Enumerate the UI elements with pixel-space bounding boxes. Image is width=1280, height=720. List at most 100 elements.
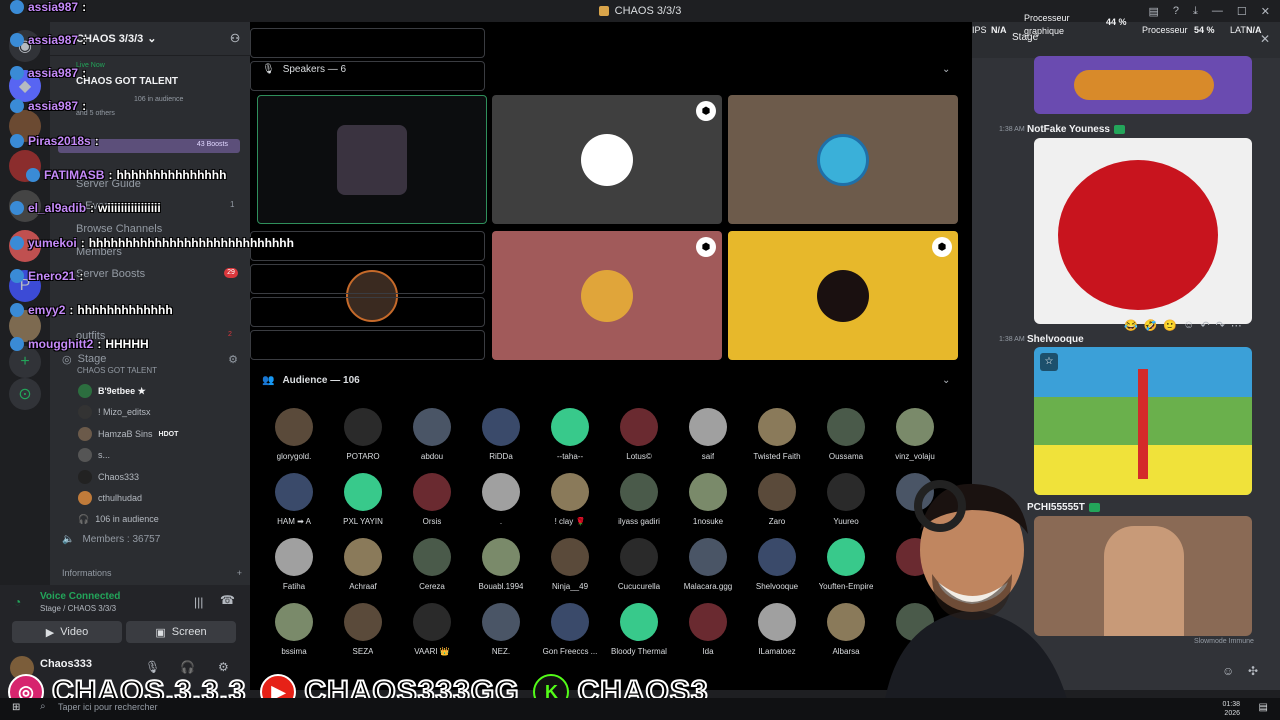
- gif-attachment[interactable]: [1034, 138, 1252, 324]
- audience-member[interactable]: .: [469, 473, 533, 526]
- laugh-icon[interactable]: 🤣: [1144, 319, 1158, 332]
- speaker-tile[interactable]: [728, 95, 958, 224]
- overlay-message: HHHHH: [105, 337, 149, 351]
- speaker-tile[interactable]: ⬢: [492, 231, 722, 360]
- video-button[interactable]: ▶ Video: [12, 621, 122, 643]
- audience-member[interactable]: Bouabl.1994: [469, 538, 533, 591]
- screen-label: Screen: [171, 626, 207, 638]
- channel-browse[interactable]: Browse Channels: [76, 223, 162, 235]
- speaker-tile[interactable]: [257, 95, 487, 224]
- audience-member[interactable]: Cereza: [400, 538, 464, 591]
- screen-button[interactable]: ▣ Screen: [126, 621, 236, 643]
- overlay-separator: :: [90, 201, 95, 215]
- overlay-user: FATIMASB: [44, 168, 105, 182]
- members-row[interactable]: 🔈 Members : 36757: [62, 534, 160, 545]
- audience-member[interactable]: Ida: [676, 603, 740, 656]
- taskbar-search-input[interactable]: Taper ici pour rechercher: [58, 702, 158, 712]
- voice-location[interactable]: Stage / CHAOS 3/3/3: [40, 604, 116, 613]
- gif-attachment[interactable]: [1034, 56, 1252, 114]
- laugh-icon[interactable]: 😂: [1124, 319, 1138, 332]
- overlay-user: assia987: [28, 33, 79, 47]
- more-icon[interactable]: ⋯: [1231, 319, 1242, 332]
- speaker-tile[interactable]: ⬢: [728, 231, 958, 360]
- stage-user[interactable]: ! Mizo_editsx: [78, 403, 151, 421]
- audience-member[interactable]: Orsis: [400, 473, 464, 526]
- stage-audience-row[interactable]: 🎧 106 in audience: [78, 510, 159, 528]
- audience-member[interactable]: VAARI 👑: [400, 603, 464, 656]
- minimize-icon[interactable]: —: [1212, 5, 1223, 17]
- audience-member[interactable]: Fatiha: [262, 538, 326, 591]
- audience-member[interactable]: saif: [676, 408, 740, 461]
- discover-icon[interactable]: ⊙: [9, 378, 41, 410]
- chevron-down-icon[interactable]: ⌄: [942, 64, 950, 75]
- audience-member[interactable]: ILamatoez: [745, 603, 809, 656]
- audience-member[interactable]: vinz_volaju: [883, 408, 947, 461]
- taskbar-clock[interactable]: 01:38 2026: [1222, 700, 1240, 718]
- audience-member[interactable]: RiDDa: [469, 408, 533, 461]
- add-channel-icon[interactable]: +: [237, 568, 242, 578]
- audience-member[interactable]: Gon Freeccs ...: [538, 603, 602, 656]
- emoji-icon[interactable]: ☺: [1222, 664, 1234, 678]
- stage-settings-icon[interactable]: ⚙: [228, 353, 238, 366]
- voice-status[interactable]: Voice Connected: [40, 591, 120, 602]
- audience-member[interactable]: Twisted Faith: [745, 408, 809, 461]
- audience-member[interactable]: Oussama: [814, 408, 878, 461]
- audience-member[interactable]: Lotus©: [607, 408, 671, 461]
- audience-member[interactable]: SEZA: [331, 603, 395, 656]
- speaker-tile[interactable]: ⬢: [492, 95, 722, 224]
- overlay-frame: [250, 297, 485, 327]
- audience-member[interactable]: abdou: [400, 408, 464, 461]
- message-author[interactable]: NotFake Youness: [1027, 124, 1125, 135]
- windows-start-icon[interactable]: ⊞: [12, 702, 20, 713]
- audience-member[interactable]: NEZ.: [469, 603, 533, 656]
- audience-member[interactable]: Bloody Thermal: [607, 603, 671, 656]
- close-window-icon[interactable]: ✕: [1261, 5, 1270, 18]
- audience-member[interactable]: Shelvooque: [745, 538, 809, 591]
- audience-member[interactable]: bssima: [262, 603, 326, 656]
- inbox-icon[interactable]: ▤: [1149, 5, 1159, 18]
- chevron-down-icon[interactable]: ⌄: [942, 375, 950, 386]
- overlay-chat-line: el_al9adib: wiiiiiiiiiiiiiiii: [10, 201, 161, 215]
- message-author[interactable]: Shelvooque: [1027, 334, 1084, 345]
- reply-icon[interactable]: ↶: [1200, 319, 1209, 332]
- event-audience: 106 in audience: [134, 96, 184, 103]
- audience-member[interactable]: Achraaf: [331, 538, 395, 591]
- stage-user[interactable]: B'9etbee ★: [78, 382, 146, 400]
- apps-icon[interactable]: ✣: [1248, 664, 1258, 678]
- audience-member-name: ILamatoez: [758, 647, 796, 656]
- stage-user[interactable]: cthulhudad: [78, 489, 142, 507]
- search-icon[interactable]: ⌕: [40, 701, 46, 712]
- smile-icon[interactable]: 🙂: [1163, 319, 1177, 332]
- audience-member[interactable]: --taha--: [538, 408, 602, 461]
- help-icon[interactable]: ?: [1173, 5, 1179, 17]
- emoji-add-icon[interactable]: ☺: [1183, 319, 1194, 331]
- download-icon[interactable]: ⤓: [1193, 5, 1198, 18]
- star-icon[interactable]: ☆: [1040, 353, 1058, 371]
- audience-member[interactable]: Zaro: [745, 473, 809, 526]
- video-icon: ▶: [45, 626, 55, 639]
- notification-icon[interactable]: ▤: [1259, 702, 1268, 713]
- noise-icon[interactable]: |||: [194, 595, 203, 609]
- stage-user[interactable]: s...: [78, 446, 110, 464]
- overlay-frame: [250, 28, 485, 58]
- audience-member[interactable]: Ninja__49: [538, 538, 602, 591]
- audience-member[interactable]: POTARO: [331, 408, 395, 461]
- informations-category[interactable]: Informations +: [62, 568, 242, 578]
- audience-member[interactable]: Cucucurella: [607, 538, 671, 591]
- audience-member[interactable]: Malacara.ggg: [676, 538, 740, 591]
- forward-icon[interactable]: ↷: [1216, 319, 1225, 332]
- audience-member[interactable]: ilyass gadiri: [607, 473, 671, 526]
- audience-member[interactable]: glorygold.: [262, 408, 326, 461]
- disconnect-icon[interactable]: ☎: [220, 593, 235, 607]
- stage-user[interactable]: HamzaB Sins HDOT: [78, 425, 178, 443]
- audience-member[interactable]: HAM ➡ A: [262, 473, 326, 526]
- audience-member[interactable]: ! clay 🌹: [538, 473, 602, 526]
- add-member-icon[interactable]: ⚇: [230, 32, 240, 45]
- audience-member[interactable]: 1nosuke: [676, 473, 740, 526]
- audience-member-name: saif: [701, 452, 715, 461]
- stage-user[interactable]: Chaos333: [78, 468, 139, 486]
- maximize-icon[interactable]: ☐: [1237, 5, 1247, 18]
- avatar: [827, 408, 865, 446]
- event-title[interactable]: CHAOS GOT TALENT: [76, 76, 178, 87]
- audience-member[interactable]: PXL YAYIN: [331, 473, 395, 526]
